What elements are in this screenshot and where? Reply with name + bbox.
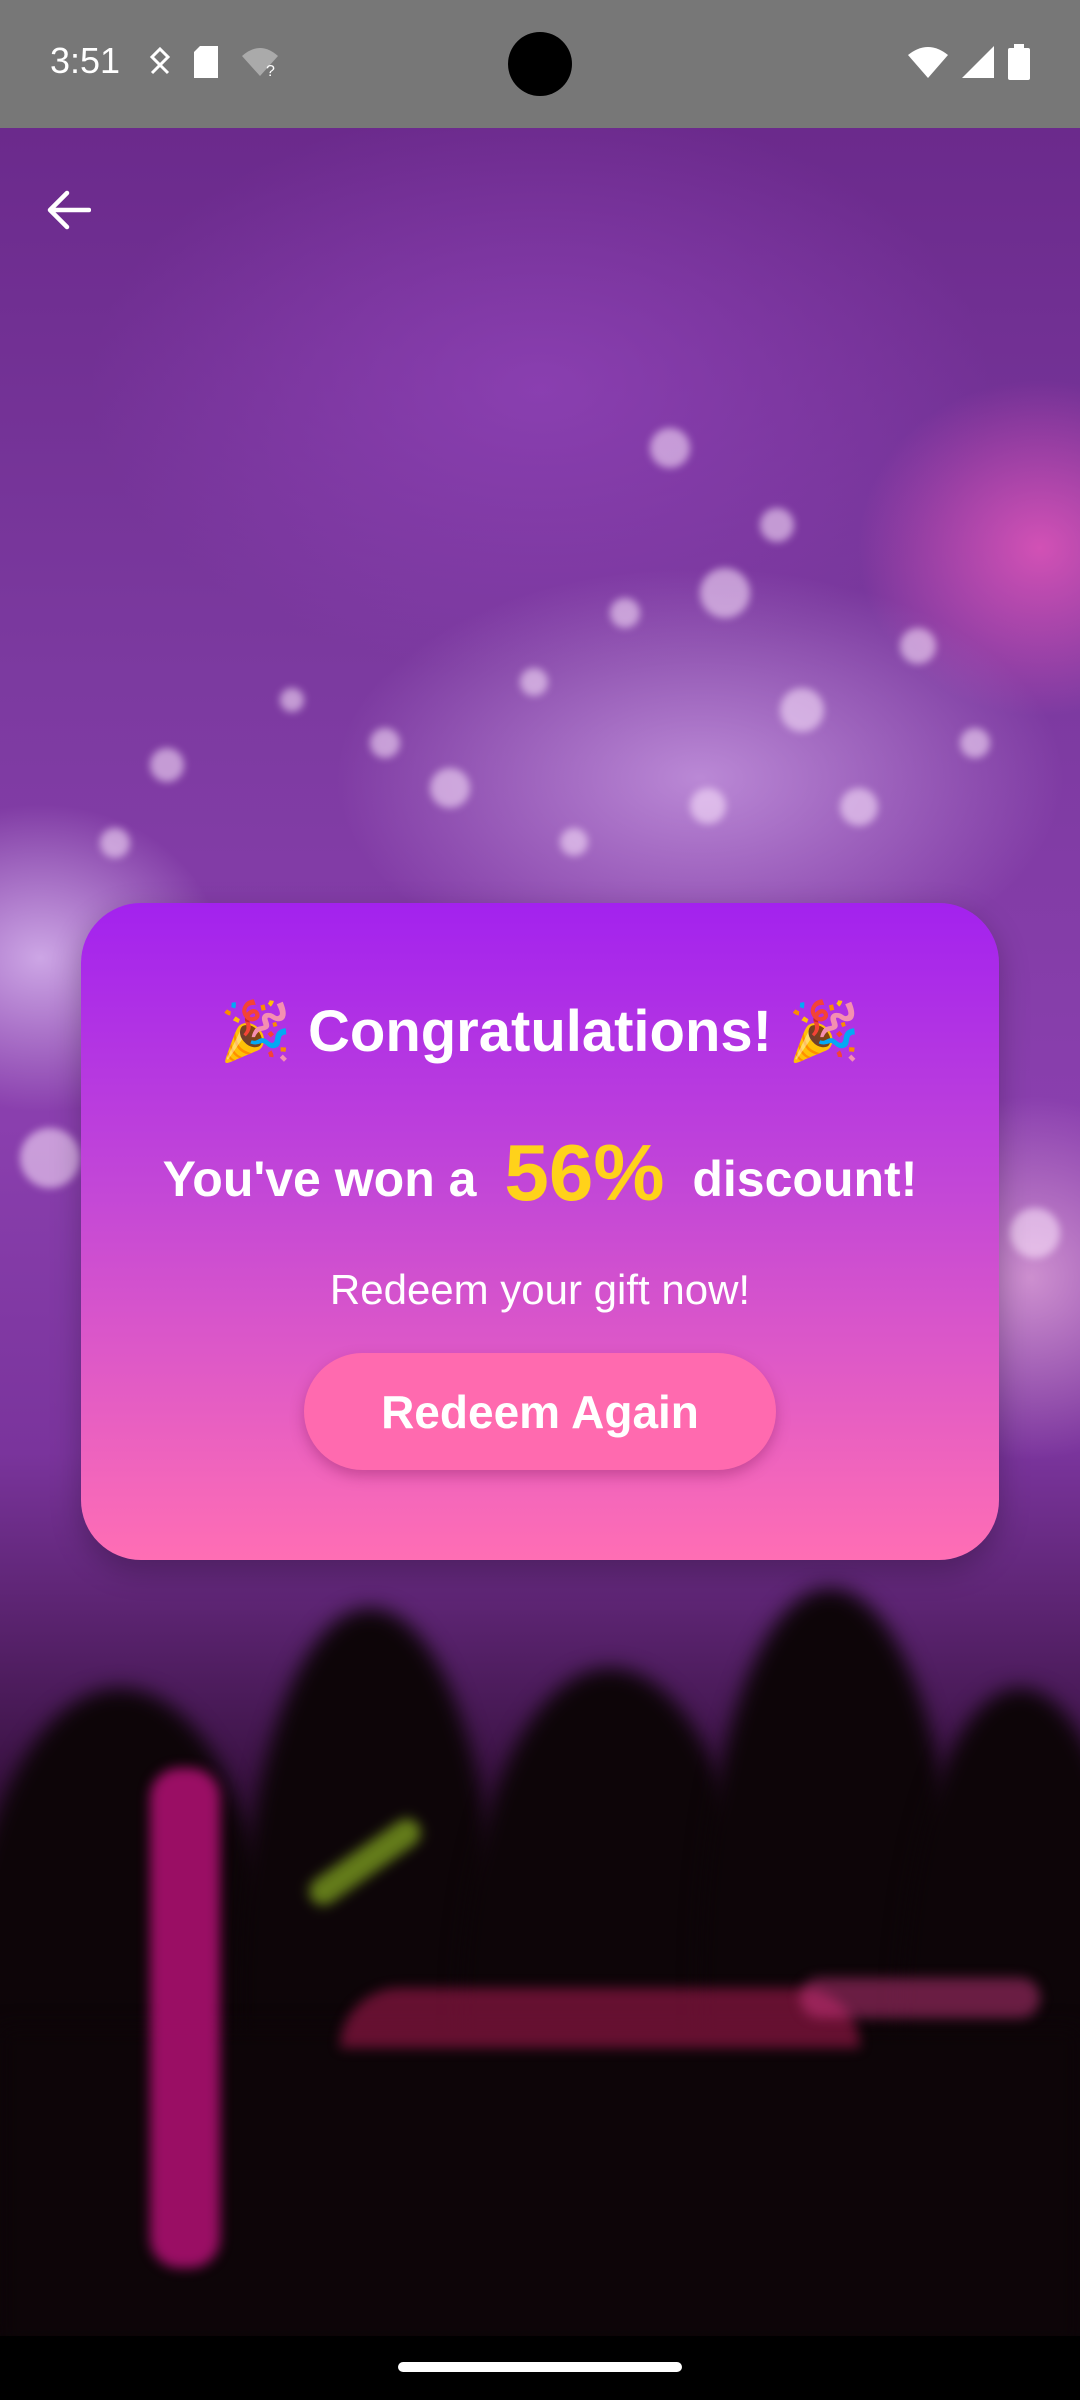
status-icons-left: ? (148, 46, 280, 83)
back-button[interactable] (38, 180, 98, 240)
dialog-subtitle: Redeem your gift now! (329, 1266, 751, 1313)
nfc-icon (148, 46, 172, 82)
gesture-nav-bar[interactable] (398, 2362, 682, 2372)
congratulations-dialog: 🎉 Congratulations! 🎉 You've won a 56% di… (81, 903, 999, 1560)
battery-icon (1008, 44, 1030, 85)
status-icons-right (908, 44, 1030, 85)
wifi-icon (908, 46, 948, 83)
status-time: 3:51 (50, 40, 121, 81)
signal-icon (962, 46, 994, 83)
status-bar: 3:51 ? (0, 0, 1080, 128)
camera-cutout (508, 32, 572, 96)
dialog-title: 🎉 Congratulations! 🎉 (219, 999, 861, 1064)
svg-text:?: ? (266, 63, 275, 78)
sd-card-icon (192, 46, 220, 83)
discount-message: You've won a 56% discount! (81, 1127, 999, 1219)
discount-value: 56% (504, 1128, 665, 1217)
discount-prefix: You've won a (162, 1151, 477, 1207)
wifi-question-icon: ? (240, 46, 280, 83)
redeem-again-button[interactable]: Redeem Again (304, 1353, 776, 1470)
discount-suffix: discount! (692, 1151, 918, 1207)
arrow-left-icon (47, 190, 91, 230)
